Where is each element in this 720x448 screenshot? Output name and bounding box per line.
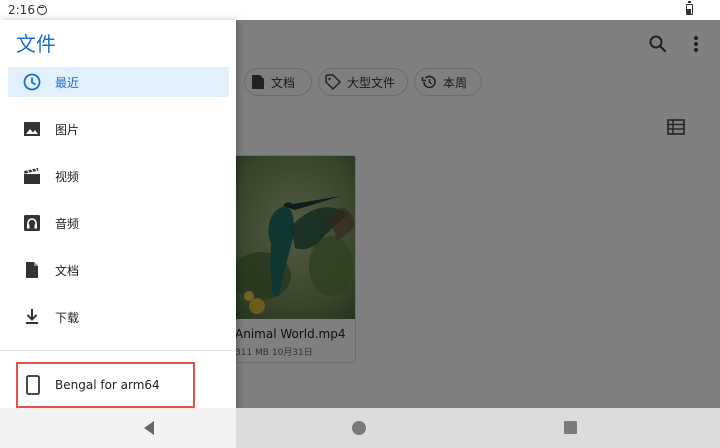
audio-icon [24,215,40,231]
nav-bar-drawer-section [0,408,236,448]
divider [0,350,236,351]
drawer-item-videos[interactable]: 视频 [8,161,229,191]
navigation-drawer: 文件 最近 图片 视频 音频 文档 下载 Bengal for arm64 [0,20,236,448]
drawer-item-label: 最近 [55,76,80,90]
drawer-item-audio[interactable]: 音频 [8,208,229,238]
document-icon [26,262,38,278]
sync-icon [37,5,47,15]
drawer-item-label: 图片 [55,123,80,137]
drawer-item-label: 文档 [55,264,80,278]
video-icon [24,167,40,184]
image-icon [24,122,40,136]
download-icon [26,309,38,324]
battery-icon [686,1,693,15]
status-bar: 2:16 [0,0,720,20]
home-icon[interactable] [352,421,366,435]
drawer-item-downloads[interactable]: 下载 [8,302,229,332]
drawer-item-recent[interactable]: 最近 [8,67,229,97]
drawer-item-label: 视频 [55,170,80,184]
device-label: Bengal for arm64 [55,378,160,392]
clock-icon [23,73,41,91]
drawer-item-label: 音频 [55,217,80,231]
device-root-item[interactable]: Bengal for arm64 [16,362,195,408]
drawer-title: 文件 [16,32,56,56]
drawer-item-label: 下载 [55,311,80,325]
drawer-item-documents[interactable]: 文档 [8,255,229,285]
recents-icon[interactable] [564,421,577,434]
status-time: 2:16 [8,3,35,17]
drawer-item-images[interactable]: 图片 [8,114,229,144]
phone-icon [26,375,40,395]
system-nav-bar [0,408,720,448]
back-icon[interactable] [142,420,156,436]
